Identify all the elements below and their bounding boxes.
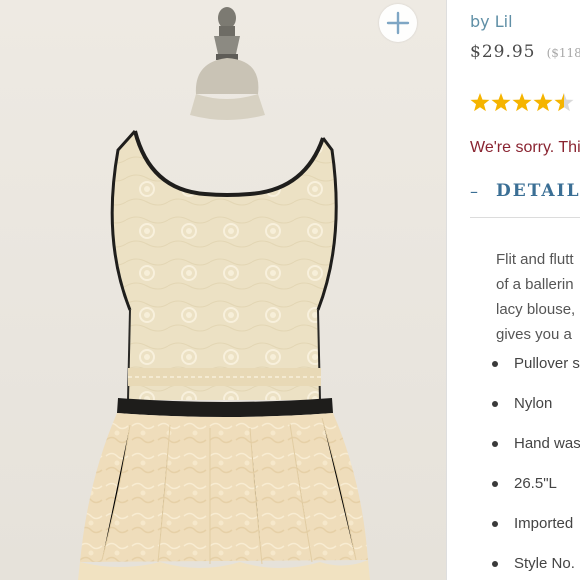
description-line: gives you a: [496, 326, 572, 343]
product-info-panel: by Lil $29.95 ($118 We're sorry. Thi – D…: [447, 0, 580, 580]
finial-icon: [214, 7, 240, 60]
plus-icon: [386, 11, 410, 35]
star-icon: [533, 93, 553, 112]
star-icon: [512, 93, 532, 112]
star-icon: [491, 93, 511, 112]
bullet-icon: [492, 481, 498, 487]
details-toggle[interactable]: – DETAILS: [470, 181, 580, 201]
original-price: ($118: [546, 46, 580, 60]
collapse-icon: –: [470, 181, 478, 201]
feature-text: Pullover s: [514, 355, 580, 372]
details-divider: [470, 217, 580, 218]
sale-price: $29.95: [470, 42, 536, 62]
bullet-icon: [492, 521, 498, 527]
feature-text: 26.5"L: [514, 475, 557, 492]
description-line: of a ballerin: [496, 276, 574, 293]
feature-text: Imported: [514, 515, 574, 532]
feature-text: Style No.: [514, 555, 575, 572]
availability-notice: We're sorry. Thi: [470, 139, 580, 156]
zoom-button[interactable]: [379, 4, 417, 42]
feature-text: Nylon: [514, 395, 553, 412]
star-rating-icon: [470, 93, 574, 112]
product-description: Flit and flutt of a ballerin lacy blouse…: [496, 247, 575, 347]
price-row: $29.95 ($118: [470, 42, 580, 62]
bullet-icon: [492, 361, 498, 367]
bullet-icon: [492, 561, 498, 567]
description-line: Flit and flutt: [496, 251, 574, 268]
details-heading: DETAILS: [496, 181, 580, 201]
bullet-icon: [492, 401, 498, 407]
star-icon: [470, 93, 490, 112]
product-photo: [78, 7, 370, 580]
brand-link[interactable]: by Lil: [470, 12, 513, 31]
description-line: lacy blouse,: [496, 301, 576, 318]
feature-text: Hand was: [514, 435, 580, 452]
bullet-icon: [492, 441, 498, 447]
star-icon: [554, 93, 574, 112]
product-image[interactable]: [0, 0, 446, 580]
rating-stars[interactable]: [470, 92, 578, 114]
